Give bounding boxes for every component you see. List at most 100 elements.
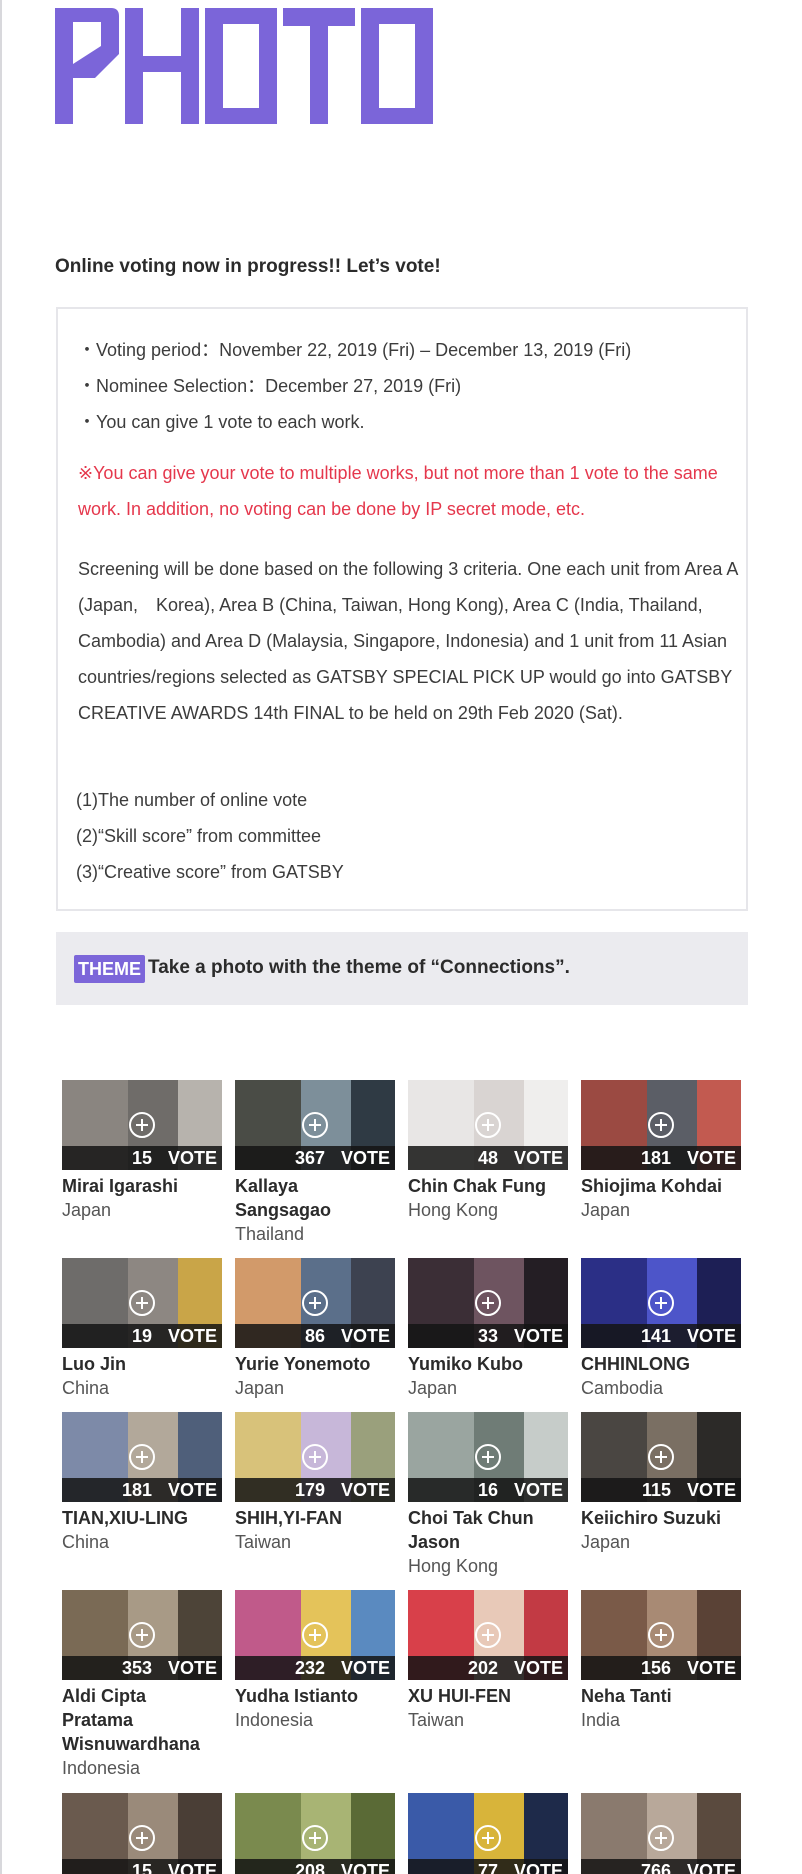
vote-label: VOTE xyxy=(686,1480,736,1500)
add-vote-icon[interactable] xyxy=(648,1112,674,1138)
entry-thumbnail[interactable]: 77 VOTE xyxy=(408,1793,568,1874)
add-vote-icon[interactable] xyxy=(302,1622,328,1648)
entry-thumbnail[interactable]: 181 VOTE xyxy=(581,1080,741,1170)
entry-thumbnail[interactable]: 232 VOTE xyxy=(235,1590,395,1680)
entry-thumbnail[interactable]: 353 VOTE xyxy=(62,1590,222,1680)
add-vote-icon[interactable] xyxy=(475,1112,501,1138)
entry-card[interactable]: 181 VOTE TIAN,XIU-LING China xyxy=(62,1412,222,1554)
add-vote-icon[interactable] xyxy=(302,1825,328,1851)
entry-card[interactable]: 181 VOTE Shiojima Kohdai Japan xyxy=(581,1080,741,1222)
add-vote-icon[interactable] xyxy=(648,1290,674,1316)
vote-count: 232 xyxy=(294,1658,325,1678)
entry-country: Taiwan xyxy=(408,1710,465,1730)
entry-thumbnail[interactable]: 208 VOTE xyxy=(235,1793,395,1874)
entry-thumbnail[interactable]: 156 VOTE xyxy=(581,1590,741,1680)
entry-thumbnail[interactable]: 33 VOTE xyxy=(408,1258,568,1348)
entry-name[interactable]: Yurie Yonemoto xyxy=(235,1352,395,1376)
entry-thumbnail[interactable]: 19 VOTE xyxy=(62,1258,222,1348)
entry-card[interactable]: 86 VOTE Yurie Yonemoto Japan xyxy=(235,1258,395,1400)
entry-thumbnail[interactable]: 86 VOTE xyxy=(235,1258,395,1348)
entry-card[interactable]: 141 VOTE CHHINLONG Cambodia xyxy=(581,1258,741,1400)
entry-country: Cambodia xyxy=(581,1378,664,1398)
vote-label: VOTE xyxy=(167,1480,217,1500)
entry-card[interactable]: 202 VOTE XU HUI-FEN Taiwan xyxy=(408,1590,568,1732)
add-vote-icon[interactable] xyxy=(648,1622,674,1648)
add-vote-icon[interactable] xyxy=(475,1444,501,1470)
add-vote-icon[interactable] xyxy=(475,1290,501,1316)
vote-count-bar: 115 VOTE xyxy=(581,1478,741,1502)
photo-logo xyxy=(55,0,465,130)
entry-thumbnail[interactable]: 48 VOTE xyxy=(408,1080,568,1170)
entry-name[interactable]: Neha Tanti xyxy=(581,1684,741,1708)
entry-name[interactable]: Choi Tak Chun Jason xyxy=(408,1506,568,1554)
entry-thumbnail[interactable]: 367 VOTE xyxy=(235,1080,395,1170)
vote-count: 19 xyxy=(131,1326,152,1346)
entry-name[interactable]: XU HUI-FEN xyxy=(408,1684,568,1708)
add-vote-icon[interactable] xyxy=(129,1825,155,1851)
entry-card[interactable]: 156 VOTE Neha Tanti India xyxy=(581,1590,741,1732)
add-vote-icon[interactable] xyxy=(129,1112,155,1138)
add-vote-icon[interactable] xyxy=(648,1825,674,1851)
entry-name[interactable]: CHHINLONG xyxy=(581,1352,741,1376)
add-vote-icon[interactable] xyxy=(129,1444,155,1470)
vote-count-bar: 15 VOTE xyxy=(62,1146,222,1170)
entry-card[interactable]: 115 VOTE Keiichiro Suzuki Japan xyxy=(581,1412,741,1554)
entry-card[interactable]: 15 VOTE xyxy=(62,1793,222,1874)
entry-thumbnail[interactable]: 115 VOTE xyxy=(581,1412,741,1502)
add-vote-icon[interactable] xyxy=(648,1444,674,1470)
entry-card[interactable]: 179 VOTE SHIH,YI-FAN Taiwan xyxy=(235,1412,395,1554)
entry-thumbnail[interactable]: 141 VOTE xyxy=(581,1258,741,1348)
entry-card[interactable]: 232 VOTE Yudha Istianto Indonesia xyxy=(235,1590,395,1732)
vote-label: VOTE xyxy=(513,1326,563,1346)
entry-country: Japan xyxy=(581,1532,631,1552)
entry-name[interactable]: TIAN,XIU-LING xyxy=(62,1506,222,1530)
entry-name[interactable]: Yumiko Kubo xyxy=(408,1352,568,1376)
vote-label: VOTE xyxy=(513,1861,563,1874)
add-vote-icon[interactable] xyxy=(475,1825,501,1851)
add-vote-icon[interactable] xyxy=(129,1290,155,1316)
entry-card[interactable]: 33 VOTE Yumiko Kubo Japan xyxy=(408,1258,568,1400)
entry-name[interactable]: Chin Chak Fung xyxy=(408,1174,568,1198)
entry-card[interactable]: 16 VOTE Choi Tak Chun Jason Hong Kong xyxy=(408,1412,568,1578)
vote-count: 181 xyxy=(640,1148,671,1168)
entry-country: Indonesia xyxy=(235,1710,314,1730)
entry-thumbnail[interactable]: 202 VOTE xyxy=(408,1590,568,1680)
entry-name[interactable]: Shiojima Kohdai xyxy=(581,1174,741,1198)
entry-card[interactable]: 77 VOTE xyxy=(408,1793,568,1874)
add-vote-icon[interactable] xyxy=(475,1622,501,1648)
add-vote-icon[interactable] xyxy=(302,1112,328,1138)
entry-thumbnail[interactable]: 15 VOTE xyxy=(62,1080,222,1170)
vote-count: 86 xyxy=(304,1326,325,1346)
entry-name[interactable]: SHIH,YI-FAN xyxy=(235,1506,395,1530)
entry-thumbnail[interactable]: 16 VOTE xyxy=(408,1412,568,1502)
entry-thumbnail[interactable]: 179 VOTE xyxy=(235,1412,395,1502)
vote-count-bar: 86 VOTE xyxy=(235,1324,395,1348)
entry-card[interactable]: 353 VOTE Aldi Cipta Pratama Wisnuwardhana I… xyxy=(62,1590,222,1780)
criteria-item: (3)“Creative score” from GATSBY xyxy=(76,862,344,882)
add-vote-icon[interactable] xyxy=(302,1444,328,1470)
vote-count-bar: 232 VOTE xyxy=(235,1656,395,1680)
entry-card[interactable]: 48 VOTE Chin Chak Fung Hong Kong xyxy=(408,1080,568,1222)
entry-country: China xyxy=(62,1532,110,1552)
entry-name[interactable]: Mirai Igarashi xyxy=(62,1174,222,1198)
entry-card[interactable]: 19 VOTE Luo Jin China xyxy=(62,1258,222,1400)
add-vote-icon[interactable] xyxy=(129,1622,155,1648)
vote-count-bar: 16 VOTE xyxy=(408,1478,568,1502)
entry-name[interactable]: Luo Jin xyxy=(62,1352,222,1376)
vote-label: VOTE xyxy=(340,1658,390,1678)
entry-card[interactable]: 367 VOTE Kallaya Sangsagao Thailand xyxy=(235,1080,395,1246)
add-vote-icon[interactable] xyxy=(302,1290,328,1316)
entry-name[interactable]: Yudha Istianto xyxy=(235,1684,395,1708)
entry-card[interactable]: 766 VOTE xyxy=(581,1793,741,1874)
entry-card[interactable]: 15 VOTE Mirai Igarashi Japan xyxy=(62,1080,222,1222)
entry-name[interactable]: Kallaya Sangsagao xyxy=(235,1174,395,1222)
entry-card[interactable]: 208 VOTE xyxy=(235,1793,395,1874)
entry-thumbnail[interactable]: 15 VOTE xyxy=(62,1793,222,1874)
vote-count-bar: 181 VOTE xyxy=(581,1146,741,1170)
entry-name[interactable]: Aldi Cipta Pratama Wisnuwardhana xyxy=(62,1684,222,1756)
vote-count: 77 xyxy=(477,1861,498,1874)
entry-thumbnail[interactable]: 181 VOTE xyxy=(62,1412,222,1502)
entry-name[interactable]: Keiichiro Suzuki xyxy=(581,1506,741,1530)
vote-count: 367 xyxy=(294,1148,325,1168)
entry-thumbnail[interactable]: 766 VOTE xyxy=(581,1793,741,1874)
